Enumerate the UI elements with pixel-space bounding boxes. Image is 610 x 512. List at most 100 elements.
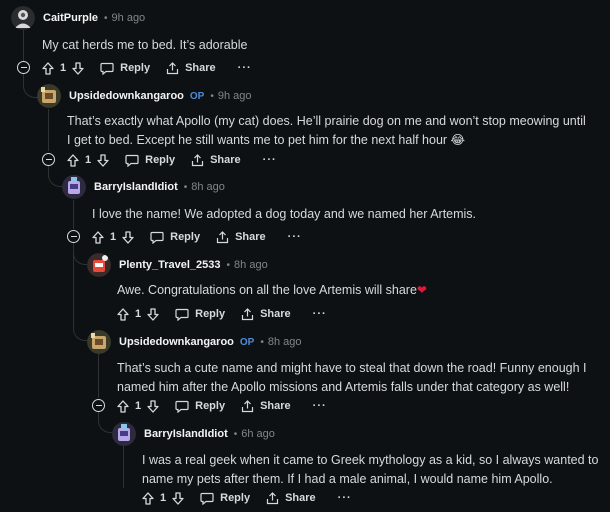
- reply-button[interactable]: Reply: [125, 154, 175, 167]
- action-bar: 1 Reply Share ···: [142, 486, 352, 510]
- separator-dot: •: [104, 12, 108, 24]
- downvote-icon[interactable]: [147, 307, 159, 321]
- share-label: Share: [260, 400, 291, 412]
- more-options-icon[interactable]: ···: [263, 154, 277, 166]
- share-label: Share: [260, 308, 291, 320]
- share-icon: [241, 399, 254, 413]
- comment-body: My cat herds me to bed. It’s adorable: [42, 36, 532, 55]
- avatar[interactable]: [87, 330, 111, 354]
- comment-header: BarryIslandIdiot • 8h ago: [62, 175, 225, 199]
- timestamp[interactable]: 9h ago: [218, 90, 252, 102]
- heart-emoji-icon: ❤: [416, 283, 427, 297]
- share-button[interactable]: Share: [216, 230, 266, 244]
- collapse-button[interactable]: [92, 399, 105, 412]
- share-label: Share: [285, 492, 316, 504]
- more-options-icon[interactable]: ···: [238, 62, 252, 74]
- comment-bubble-icon: [175, 400, 189, 413]
- action-bar: 1 Reply Share ···: [92, 225, 302, 249]
- share-icon: [191, 153, 204, 167]
- separator-dot: •: [226, 259, 231, 271]
- downvote-icon[interactable]: [147, 399, 159, 413]
- thread-elbow: [48, 166, 62, 187]
- reply-label: Reply: [145, 154, 176, 166]
- more-options-icon[interactable]: ···: [338, 492, 352, 504]
- separator-dot: •: [210, 90, 214, 102]
- timestamp[interactable]: 9h ago: [112, 12, 146, 24]
- share-icon: [166, 61, 179, 75]
- author-name[interactable]: Plenty_Travel_2533: [119, 259, 221, 271]
- reply-button[interactable]: Reply: [175, 308, 225, 321]
- comment-text: That’s exactly what Apollo (my cat) does…: [67, 114, 586, 147]
- upvote-icon[interactable]: [117, 307, 129, 321]
- thread-elbow: [73, 263, 87, 341]
- avatar[interactable]: [37, 84, 61, 108]
- comment-bubble-icon: [175, 308, 189, 321]
- timestamp[interactable]: 6h ago: [241, 428, 275, 440]
- downvote-icon[interactable]: [72, 61, 84, 75]
- author-name[interactable]: CaitPurple: [43, 12, 98, 24]
- reply-button[interactable]: Reply: [175, 400, 225, 413]
- op-badge: OP: [189, 90, 205, 102]
- timestamp[interactable]: 8h ago: [191, 181, 225, 193]
- upvote-icon[interactable]: [117, 399, 129, 413]
- avatar[interactable]: [112, 422, 136, 446]
- comment-text: Awe. Congratulations on all the love Art…: [117, 283, 417, 297]
- share-button[interactable]: Share: [241, 399, 291, 413]
- downvote-icon[interactable]: [122, 230, 134, 244]
- more-options-icon[interactable]: ···: [288, 231, 302, 243]
- thread-line: [73, 200, 74, 229]
- comment-header: BarryIslandIdiot • 6h ago: [112, 422, 275, 446]
- vote-controls: 1: [42, 61, 84, 75]
- share-button[interactable]: Share: [166, 61, 216, 75]
- thread-elbow: [23, 74, 38, 98]
- comment-text: I love the name! We adopted a dog today …: [92, 207, 477, 221]
- op-badge: OP: [239, 336, 255, 348]
- collapse-button[interactable]: [42, 153, 55, 166]
- share-button[interactable]: Share: [266, 491, 316, 505]
- vote-controls: 1: [92, 230, 134, 244]
- author-name[interactable]: Upsidedownkangaroo: [69, 90, 184, 102]
- thread-elbow: [98, 412, 112, 433]
- reply-label: Reply: [120, 62, 151, 74]
- downvote-icon[interactable]: [172, 491, 184, 505]
- thread-line: [98, 352, 99, 398]
- vote-count: 1: [85, 154, 92, 166]
- more-options-icon[interactable]: ···: [313, 308, 327, 320]
- comment-header: Plenty_Travel_2533 • 8h ago: [87, 253, 268, 277]
- share-label: Share: [210, 154, 241, 166]
- reply-button[interactable]: Reply: [200, 492, 250, 505]
- upvote-icon[interactable]: [67, 153, 79, 167]
- more-options-icon[interactable]: ···: [313, 400, 327, 412]
- timestamp[interactable]: 8h ago: [268, 336, 302, 348]
- vote-count: 1: [135, 400, 142, 412]
- author-name[interactable]: BarryIslandIdiot: [144, 428, 228, 440]
- upvote-icon[interactable]: [92, 230, 104, 244]
- avatar[interactable]: [87, 253, 111, 277]
- comment-body: That’s such a cute name and might have t…: [117, 359, 597, 397]
- collapse-button[interactable]: [67, 230, 80, 243]
- avatar[interactable]: [11, 6, 35, 30]
- author-name[interactable]: Upsidedownkangaroo: [119, 336, 234, 348]
- share-button[interactable]: Share: [191, 153, 241, 167]
- reply-button[interactable]: Reply: [150, 231, 200, 244]
- avatar[interactable]: [62, 175, 86, 199]
- collapse-button[interactable]: [17, 61, 30, 74]
- vote-controls: 1: [117, 307, 159, 321]
- comment-header: Upsidedownkangaroo OP • 8h ago: [87, 330, 302, 354]
- vote-controls: 1: [142, 491, 184, 505]
- vote-count: 1: [160, 492, 167, 504]
- upvote-icon[interactable]: [42, 61, 54, 75]
- comment-bubble-icon: [150, 231, 164, 244]
- comment-text: I was a real geek when it came to Greek …: [142, 453, 599, 486]
- timestamp[interactable]: 8h ago: [234, 259, 268, 271]
- upvote-icon[interactable]: [142, 491, 154, 505]
- author-name[interactable]: BarryIslandIdiot: [94, 181, 178, 193]
- downvote-icon[interactable]: [97, 153, 109, 167]
- action-bar: 1 Reply Share ···: [42, 56, 252, 80]
- reply-button[interactable]: Reply: [100, 62, 150, 75]
- thread-line: [48, 109, 49, 151]
- share-button[interactable]: Share: [241, 307, 291, 321]
- reply-label: Reply: [170, 231, 201, 243]
- action-bar: 1 Reply Share ···: [67, 148, 277, 172]
- comment-body: I love the name! We adopted a dog today …: [92, 205, 582, 224]
